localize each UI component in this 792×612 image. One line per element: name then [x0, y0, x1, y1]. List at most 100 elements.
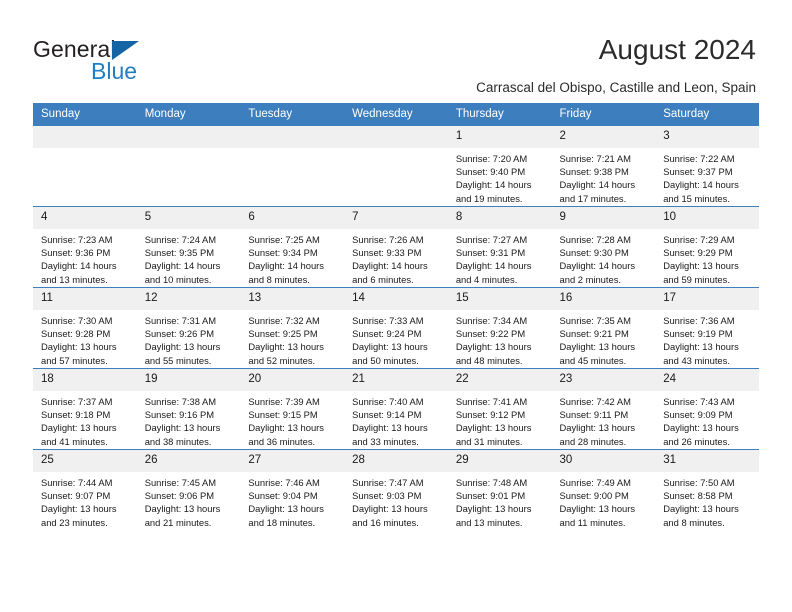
calendar-day-cell[interactable]: 28 Sunrise: 7:47 AM Sunset: 9:03 PM Dayligh… [344, 449, 448, 530]
day-daylight-line1-text: Daylight: 13 hours [663, 422, 739, 434]
calendar-day-cell[interactable]: 25 Sunrise: 7:44 AM Sunset: 9:07 PM Dayligh… [33, 449, 137, 530]
day-number: 22 [447, 369, 552, 391]
day-number: 7 [344, 207, 448, 229]
day-sunset-text: Sunset: 8:58 PM [663, 490, 733, 502]
calendar-day-cell[interactable]: 29 Sunrise: 7:48 AM Sunset: 9:01 PM Dayligh… [447, 449, 552, 530]
calendar-day-cell[interactable]: 20 Sunrise: 7:39 AM Sunset: 9:15 PM Dayligh… [240, 368, 345, 450]
day-daylight-line2-text: and 2 minutes. [559, 273, 622, 285]
day-daylight-line2-text: and 28 minutes. [559, 435, 627, 447]
calendar-day-cell[interactable]: 24 Sunrise: 7:43 AM Sunset: 9:09 PM Dayligh… [655, 368, 759, 450]
day-daylight-line2-text: and 8 minutes. [248, 273, 310, 285]
calendar-day-cell[interactable]: 4 Sunrise: 7:23 AM Sunset: 9:36 PM Daylight… [33, 206, 137, 288]
day-number: 25 [33, 450, 137, 472]
day-daylight-line1-text: Daylight: 13 hours [352, 341, 428, 353]
calendar-day-cell[interactable]: 19 Sunrise: 7:38 AM Sunset: 9:16 PM Dayligh… [136, 368, 241, 450]
calendar-day-cell[interactable]: 22 Sunrise: 7:41 AM Sunset: 9:12 PM Dayligh… [447, 368, 552, 450]
calendar-day-cell[interactable]: 23 Sunrise: 7:42 AM Sunset: 9:11 PM Dayligh… [551, 368, 656, 450]
calendar-day-cell[interactable]: 30 Sunrise: 7:49 AM Sunset: 9:00 PM Dayligh… [551, 449, 656, 530]
day-sunset-text: Sunset: 9:19 PM [663, 328, 733, 340]
day-sunset-text: Sunset: 9:31 PM [455, 247, 526, 259]
calendar-day-cell[interactable]: 6 Sunrise: 7:25 AM Sunset: 9:34 PM Daylight… [240, 206, 345, 288]
day-sun-info: Sunrise: 7:28 AM Sunset: 9:30 PM Daylight:… [552, 229, 656, 286]
calendar-day-cell[interactable]: 3 Sunrise: 7:22 AM Sunset: 9:37 PM Daylight… [655, 126, 759, 207]
calendar-day-cell-empty [136, 126, 241, 207]
calendar-day-cell[interactable]: 8 Sunrise: 7:27 AM Sunset: 9:31 PM Daylight… [447, 206, 552, 288]
day-sunset-text: Sunset: 9:36 PM [41, 247, 111, 259]
day-number: 6 [240, 207, 345, 229]
calendar-day-cell[interactable]: 16 Sunrise: 7:35 AM Sunset: 9:21 PM Dayligh… [551, 287, 656, 369]
day-sunrise-text: Sunrise: 7:20 AM [455, 153, 528, 164]
day-sunrise-text: Sunrise: 7:34 AM [455, 315, 528, 326]
calendar-day-cell-empty [344, 126, 448, 207]
day-sunrise-text: Sunrise: 7:25 AM [248, 234, 320, 245]
day-daylight-line2-text: and 26 minutes. [663, 435, 730, 447]
day-daylight-line2-text: and 4 minutes. [455, 273, 518, 285]
calendar-week-row: 11 Sunrise: 7:30 AM Sunset: 9:28 PM Dayligh… [33, 287, 759, 369]
day-sun-info: Sunrise: 7:36 AM Sunset: 9:19 PM Daylight:… [655, 310, 759, 367]
calendar-day-cell[interactable]: 14 Sunrise: 7:33 AM Sunset: 9:24 PM Dayligh… [344, 287, 448, 369]
calendar-day-cell[interactable]: 9 Sunrise: 7:28 AM Sunset: 9:30 PM Daylight… [551, 206, 656, 288]
day-sunrise-text: Sunrise: 7:26 AM [352, 234, 424, 245]
day-number: 20 [240, 369, 345, 391]
day-daylight-line2-text: and 16 minutes. [352, 516, 419, 528]
day-number: 5 [136, 207, 241, 229]
day-sunset-text: Sunset: 9:25 PM [248, 328, 318, 340]
day-sun-info: Sunrise: 7:49 AM Sunset: 9:00 PM Daylight:… [552, 472, 656, 529]
day-number [136, 126, 241, 148]
calendar-day-cell[interactable]: 17 Sunrise: 7:36 AM Sunset: 9:19 PM Dayligh… [655, 287, 759, 369]
calendar-day-cell[interactable]: 31 Sunrise: 7:50 AM Sunset: 8:58 PM Dayligh… [655, 449, 759, 530]
day-sun-info: Sunrise: 7:50 AM Sunset: 8:58 PM Daylight:… [655, 472, 759, 529]
day-sun-info: Sunrise: 7:31 AM Sunset: 9:26 PM Daylight:… [137, 310, 241, 367]
day-number [344, 126, 448, 148]
calendar-week-row: 1 Sunrise: 7:20 AM Sunset: 9:40 PM Daylight… [33, 126, 759, 207]
weekday-header-friday: Friday [551, 103, 656, 126]
day-sunset-text: Sunset: 9:22 PM [455, 328, 526, 340]
calendar-day-cell[interactable]: 11 Sunrise: 7:30 AM Sunset: 9:28 PM Dayligh… [33, 287, 137, 369]
day-sun-info: Sunrise: 7:47 AM Sunset: 9:03 PM Daylight:… [344, 472, 448, 529]
day-daylight-line1-text: Daylight: 13 hours [248, 503, 324, 515]
day-daylight-line2-text: and 13 minutes. [41, 273, 108, 285]
day-number: 14 [344, 288, 448, 310]
weekday-header-monday: Monday [136, 103, 241, 126]
calendar-day-cell[interactable]: 13 Sunrise: 7:32 AM Sunset: 9:25 PM Dayligh… [240, 287, 345, 369]
day-number: 2 [551, 126, 656, 148]
day-sun-info: Sunrise: 7:25 AM Sunset: 9:34 PM Daylight:… [240, 229, 344, 286]
calendar-day-cell-empty [33, 126, 137, 207]
day-daylight-line1-text: Daylight: 14 hours [559, 260, 636, 272]
day-sun-info: Sunrise: 7:41 AM Sunset: 9:12 PM Daylight:… [448, 391, 552, 448]
day-daylight-line2-text: and 6 minutes. [352, 273, 414, 285]
day-daylight-line2-text: and 48 minutes. [455, 354, 523, 366]
calendar-day-cell[interactable]: 1 Sunrise: 7:20 AM Sunset: 9:40 PM Daylight… [447, 126, 552, 207]
calendar-day-cell[interactable]: 2 Sunrise: 7:21 AM Sunset: 9:38 PM Daylight… [551, 126, 656, 207]
calendar-day-cell[interactable]: 26 Sunrise: 7:45 AM Sunset: 9:06 PM Dayligh… [136, 449, 241, 530]
day-daylight-line2-text: and 41 minutes. [41, 435, 108, 447]
day-sunrise-text: Sunrise: 7:35 AM [559, 315, 631, 326]
calendar-day-cell[interactable]: 18 Sunrise: 7:37 AM Sunset: 9:18 PM Dayligh… [33, 368, 137, 450]
day-daylight-line1-text: Daylight: 13 hours [352, 422, 428, 434]
calendar-day-cell[interactable]: 7 Sunrise: 7:26 AM Sunset: 9:33 PM Daylight… [344, 206, 448, 288]
calendar-day-cell[interactable]: 21 Sunrise: 7:40 AM Sunset: 9:14 PM Dayligh… [344, 368, 448, 450]
calendar-day-cell[interactable]: 12 Sunrise: 7:31 AM Sunset: 9:26 PM Dayligh… [136, 287, 241, 369]
day-sun-info: Sunrise: 7:32 AM Sunset: 9:25 PM Daylight:… [240, 310, 344, 367]
day-number: 1 [447, 126, 552, 148]
day-sunset-text: Sunset: 9:00 PM [559, 490, 629, 502]
day-sunset-text: Sunset: 9:28 PM [41, 328, 111, 340]
day-sunset-text: Sunset: 9:24 PM [352, 328, 422, 340]
calendar-day-cell[interactable]: 15 Sunrise: 7:34 AM Sunset: 9:22 PM Dayligh… [447, 287, 552, 369]
day-sunrise-text: Sunrise: 7:48 AM [455, 477, 528, 488]
calendar-day-cell[interactable]: 27 Sunrise: 7:46 AM Sunset: 9:04 PM Dayligh… [240, 449, 345, 530]
day-sun-info: Sunrise: 7:23 AM Sunset: 9:36 PM Daylight:… [33, 229, 137, 286]
day-sun-info: Sunrise: 7:24 AM Sunset: 9:35 PM Daylight:… [137, 229, 241, 286]
day-daylight-line2-text: and 8 minutes. [663, 516, 725, 528]
day-sun-info: Sunrise: 7:46 AM Sunset: 9:04 PM Daylight:… [240, 472, 344, 529]
day-sunset-text: Sunset: 9:04 PM [248, 490, 318, 502]
general-blue-logo[interactable]: General Blue [33, 36, 173, 84]
day-number: 17 [655, 288, 759, 310]
day-sunrise-text: Sunrise: 7:41 AM [455, 396, 528, 407]
day-sunrise-text: Sunrise: 7:44 AM [41, 477, 113, 488]
calendar-day-cell[interactable]: 10 Sunrise: 7:29 AM Sunset: 9:29 PM Dayligh… [655, 206, 759, 288]
day-sunrise-text: Sunrise: 7:45 AM [144, 477, 217, 488]
calendar-day-cell[interactable]: 5 Sunrise: 7:24 AM Sunset: 9:35 PM Daylight… [136, 206, 241, 288]
day-sunset-text: Sunset: 9:16 PM [144, 409, 215, 421]
page-header: General Blue August 2024 Carrascal del O… [0, 0, 792, 100]
